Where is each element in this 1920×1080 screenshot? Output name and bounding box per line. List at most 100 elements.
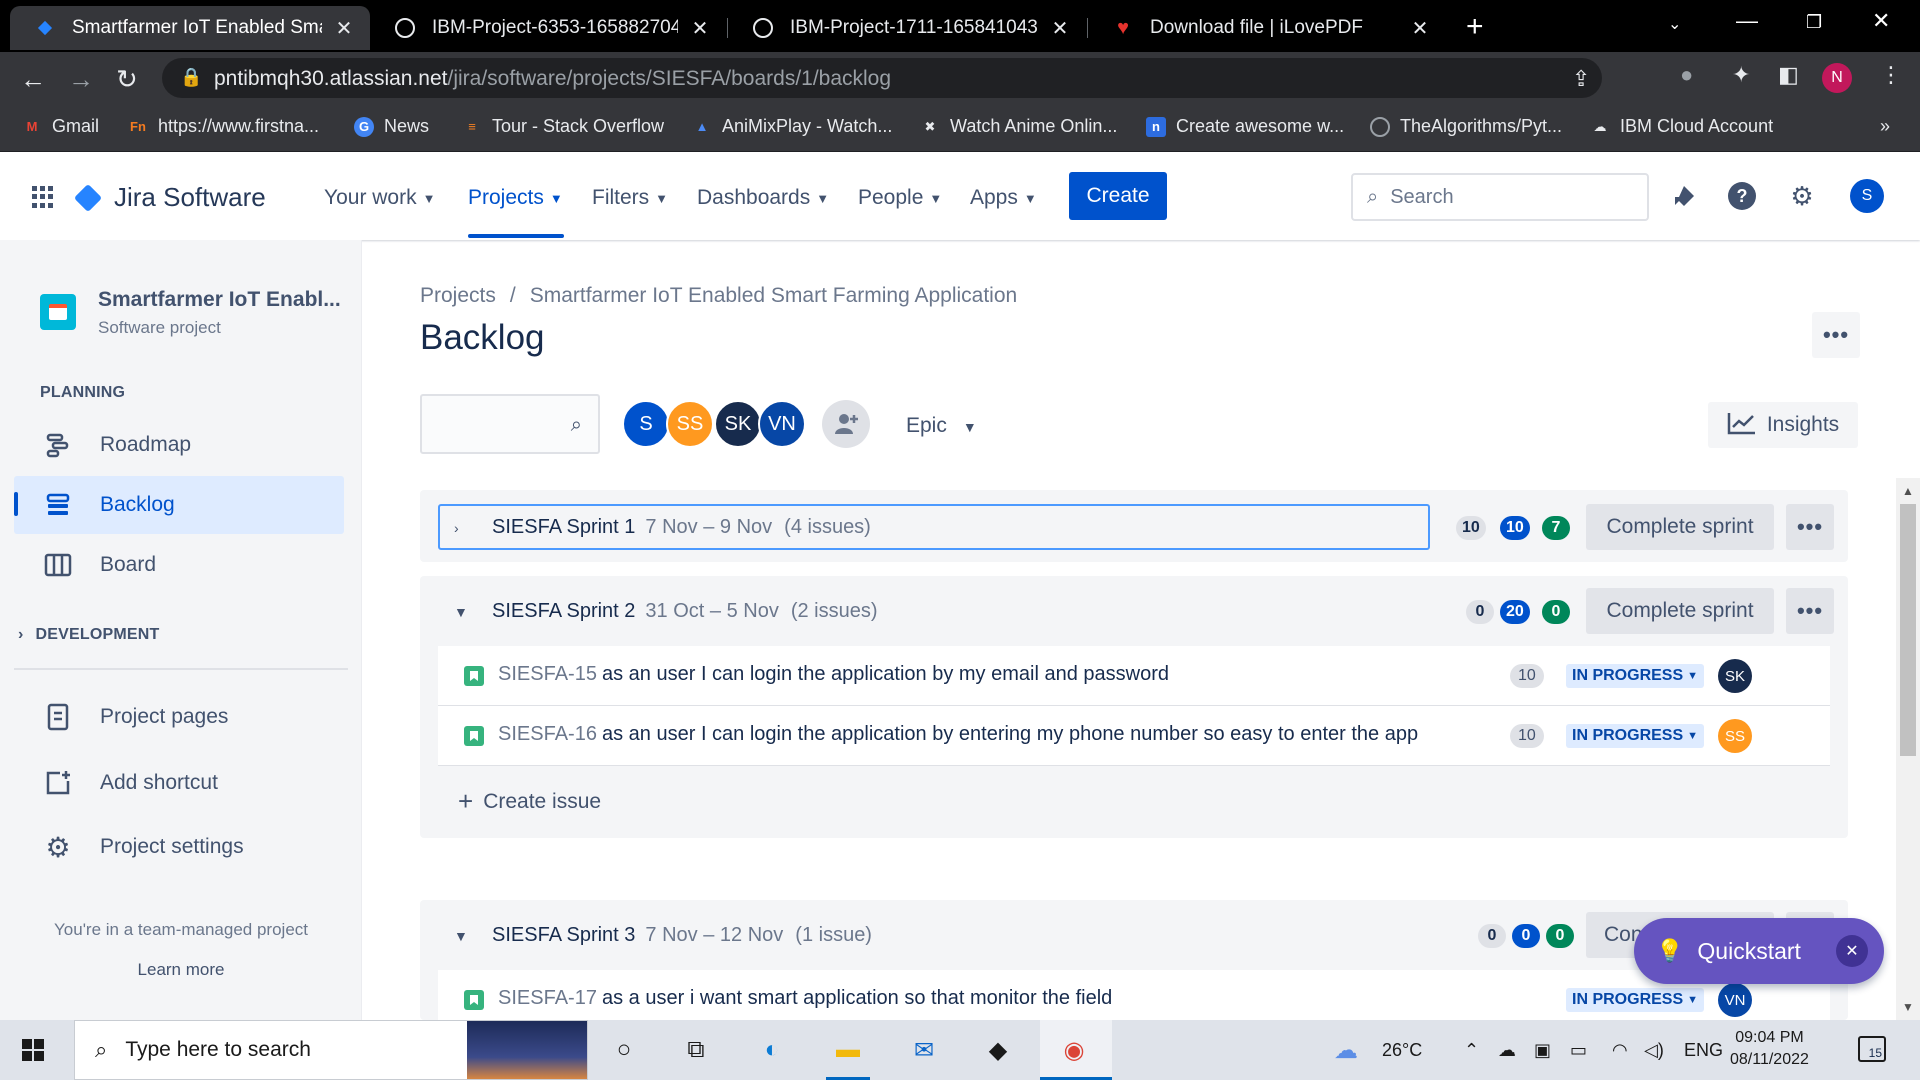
tab-ilovepdf[interactable]: ♥ Download file | iLovePDF ✕ xyxy=(1088,6,1446,50)
bookmark-gmail[interactable]: M Gmail xyxy=(22,116,99,137)
nav-dashboards[interactable]: Dashboards ▼ xyxy=(697,186,829,210)
bookmarks-more[interactable]: » xyxy=(1880,116,1890,137)
development-heading[interactable]: › DEVELOPMENT xyxy=(18,626,160,644)
new-tab-button[interactable]: + xyxy=(1466,10,1484,44)
minimize-icon[interactable]: — xyxy=(1736,8,1758,34)
bookmark-firstnaukri[interactable]: Fn https://www.firstna... xyxy=(128,116,319,137)
onedrive-icon[interactable]: ☁ xyxy=(1498,1040,1516,1061)
sprint-3-title[interactable]: ▼ SIESFA Sprint 3 7 Nov – 12 Nov (1 issu… xyxy=(454,924,872,947)
extension-icon[interactable]: ● xyxy=(1680,62,1693,88)
taskbar-search-input[interactable]: ⌕ Type here to search xyxy=(74,1020,588,1080)
back-icon[interactable]: ← xyxy=(20,64,46,95)
sprint-2-title[interactable]: ▼ SIESFA Sprint 2 31 Oct – 5 Nov (2 issu… xyxy=(454,600,878,623)
issue-key[interactable]: SIESFA-17 xyxy=(498,987,597,1010)
meet-icon[interactable]: ▣ xyxy=(1534,1040,1551,1061)
tab-search-icon[interactable]: ⌄ xyxy=(1668,14,1681,34)
close-tab-icon[interactable]: ✕ xyxy=(1048,16,1072,41)
add-people-icon[interactable] xyxy=(822,400,870,448)
epic-filter-dropdown[interactable]: Epic ▼ xyxy=(906,414,977,438)
bookmark-thealgorithms[interactable]: TheAlgorithms/Pyt... xyxy=(1370,116,1562,137)
avatar-filter-sk[interactable]: SK xyxy=(714,400,762,448)
scroll-down-icon[interactable]: ▼ xyxy=(1902,1000,1914,1014)
issue-summary[interactable]: as an user I can login the application b… xyxy=(602,663,1169,686)
sprint-1-title[interactable]: › SIESFA Sprint 1 7 Nov – 9 Nov (4 issue… xyxy=(454,516,871,539)
settings-gear-icon[interactable]: ⚙ xyxy=(1786,180,1818,212)
chrome-icon[interactable]: ◉ xyxy=(1058,1034,1090,1066)
issue-row[interactable]: SIESFA-16 as an user I can login the app… xyxy=(438,706,1830,766)
sidebar-item-roadmap[interactable]: Roadmap xyxy=(14,416,344,474)
more-actions-button[interactable]: ••• xyxy=(1812,312,1860,358)
quickstart-button[interactable]: 💡 Quickstart ✕ xyxy=(1634,918,1884,984)
close-tab-icon[interactable]: ✕ xyxy=(1408,16,1432,41)
reload-icon[interactable]: ↻ xyxy=(116,64,138,95)
status-dropdown[interactable]: IN PROGRESS ▼ xyxy=(1566,988,1705,1012)
status-dropdown[interactable]: IN PROGRESS ▼ xyxy=(1566,724,1705,748)
menu-icon[interactable]: ⋮ xyxy=(1880,62,1902,88)
sprint-more-button[interactable]: ••• xyxy=(1786,588,1834,634)
puzzle-icon[interactable]: ✦ xyxy=(1732,62,1750,88)
bookmark-news[interactable]: G News xyxy=(354,116,429,137)
task-view-icon[interactable]: ⧉ xyxy=(680,1034,712,1066)
assignee-avatar[interactable]: SS xyxy=(1718,719,1752,753)
windows-start-icon[interactable] xyxy=(22,1039,44,1061)
volume-icon[interactable]: ◁) xyxy=(1644,1040,1664,1061)
nav-projects[interactable]: Projects ▼ xyxy=(468,186,563,210)
insights-button[interactable]: Insights xyxy=(1708,402,1858,448)
url-bar[interactable]: 🔒 pntibmqh30.atlassian.net/jira/software… xyxy=(162,58,1602,98)
create-issue-button[interactable]: + Create issue xyxy=(458,786,601,817)
assignee-avatar[interactable]: SK xyxy=(1718,659,1752,693)
nav-people[interactable]: People ▼ xyxy=(858,186,942,210)
battery-icon[interactable]: ▭ xyxy=(1570,1040,1587,1061)
wifi-icon[interactable]: ◠ xyxy=(1612,1040,1628,1061)
sidebar-item-project-settings[interactable]: ⚙ Project settings xyxy=(14,818,344,876)
bookmark-ibm-cloud[interactable]: ☁ IBM Cloud Account xyxy=(1590,116,1774,137)
language-indicator[interactable]: ENG xyxy=(1684,1040,1723,1061)
sprint-more-button[interactable]: ••• xyxy=(1786,504,1834,550)
help-icon[interactable]: ? xyxy=(1726,180,1758,212)
close-icon[interactable]: ✕ xyxy=(1836,935,1868,967)
bookmark-stackoverflow[interactable]: ≡ Tour - Stack Overflow xyxy=(462,116,664,137)
app-switcher-icon[interactable] xyxy=(32,186,54,208)
complete-sprint-button[interactable]: Complete sprint xyxy=(1586,504,1774,550)
nav-apps[interactable]: Apps ▼ xyxy=(970,186,1037,210)
avatar-filter-vn[interactable]: VN xyxy=(758,400,806,448)
bookmark-notion[interactable]: n Create awesome w... xyxy=(1146,116,1344,137)
scrollbar-thumb[interactable] xyxy=(1900,504,1916,756)
breadcrumb-projects[interactable]: Projects xyxy=(420,284,496,307)
breadcrumb-project[interactable]: Smartfarmer IoT Enabled Smart Farming Ap… xyxy=(530,284,1017,307)
sidebar-item-add-shortcut[interactable]: Add shortcut xyxy=(14,754,344,812)
status-dropdown[interactable]: IN PROGRESS ▼ xyxy=(1566,664,1705,688)
notifications-icon[interactable] xyxy=(1668,180,1700,212)
nav-filters[interactable]: Filters ▼ xyxy=(592,186,668,210)
tab-jira[interactable]: Smartfarmer IoT Enabled Smart F ✕ xyxy=(10,6,370,50)
weather-icon[interactable]: ☁ xyxy=(1334,1036,1358,1065)
sidebar-item-project-pages[interactable]: Project pages xyxy=(14,688,344,746)
issue-summary[interactable]: as a user i want smart application so th… xyxy=(602,987,1112,1010)
sidebar-item-board[interactable]: Board xyxy=(14,536,344,594)
weather-temp[interactable]: 26°C xyxy=(1382,1040,1422,1061)
avatar-filter-ss[interactable]: SS xyxy=(666,400,714,448)
tab-github-1[interactable]: IBM-Project-6353-1658827043/C ✕ xyxy=(370,6,726,50)
assignee-avatar[interactable]: VN xyxy=(1718,983,1752,1017)
bookmark-animixplay[interactable]: ▲ AniMixPlay - Watch... xyxy=(692,116,893,137)
close-tab-icon[interactable]: ✕ xyxy=(332,16,356,41)
tray-expand-icon[interactable]: ⌃ xyxy=(1464,1040,1479,1061)
share-icon[interactable]: ⇪ xyxy=(1572,66,1590,92)
create-button[interactable]: Create xyxy=(1069,172,1167,220)
learn-more-link[interactable]: Learn more xyxy=(0,960,362,980)
file-explorer-icon[interactable]: ▬ xyxy=(832,1034,864,1066)
page-scrollbar[interactable]: ▲ ▼ xyxy=(1896,478,1920,1020)
sidebar-item-backlog[interactable]: Backlog xyxy=(14,476,344,534)
bookmark-anime[interactable]: ✖ Watch Anime Onlin... xyxy=(920,116,1118,137)
search-input[interactable]: ⌕ Search xyxy=(1351,173,1649,221)
scroll-up-icon[interactable]: ▲ xyxy=(1902,484,1914,498)
restore-icon[interactable]: ❐ xyxy=(1806,12,1822,33)
avatar-filter-s[interactable]: S xyxy=(622,400,670,448)
issue-row[interactable]: SIESFA-15 as an user I can login the app… xyxy=(438,646,1830,706)
complete-sprint-button[interactable]: Complete sprint xyxy=(1586,588,1774,634)
tab-github-2[interactable]: IBM-Project-1711-1658410439/P ✕ xyxy=(728,6,1086,50)
user-avatar[interactable]: S xyxy=(1850,179,1884,213)
nav-your-work[interactable]: Your work ▼ xyxy=(324,186,435,210)
cortana-icon[interactable]: ○ xyxy=(608,1034,640,1066)
profile-avatar[interactable]: N xyxy=(1822,63,1852,93)
